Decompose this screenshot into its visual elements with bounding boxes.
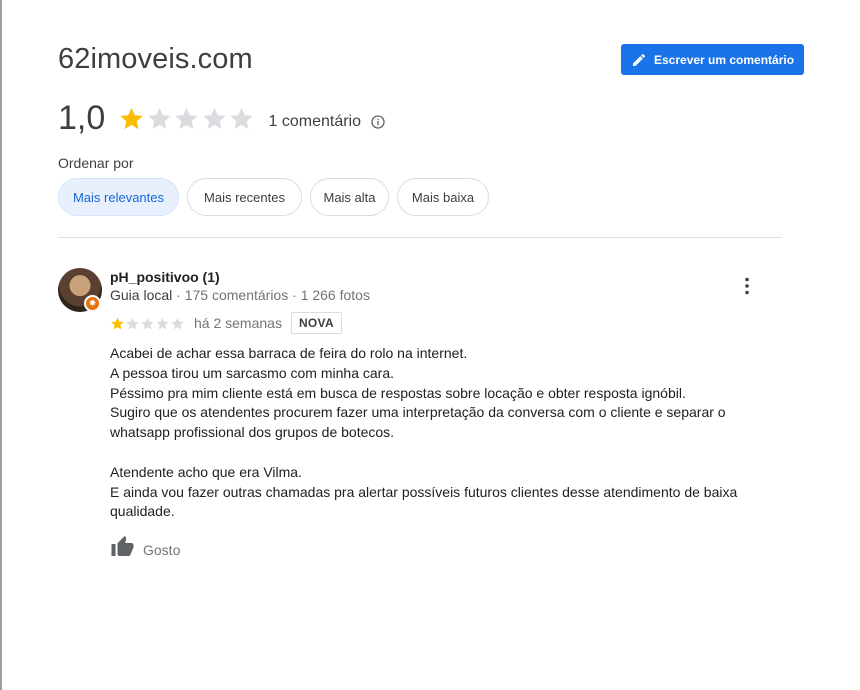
review-count: 1 comentário bbox=[268, 113, 362, 130]
star-icon bbox=[156, 317, 169, 329]
rating-summary: 1,0 1 comentário bbox=[58, 96, 386, 140]
star-icon bbox=[126, 317, 139, 329]
sort-chip-recent[interactable]: Mais recentes bbox=[187, 178, 302, 216]
review-line: Sugiro que os atendentes procurem fazer … bbox=[110, 404, 726, 441]
info-icon[interactable] bbox=[370, 114, 386, 130]
star-icon bbox=[202, 107, 226, 129]
local-guide-badge-icon: ✸ bbox=[84, 295, 101, 312]
reviewer-review-count: 175 comentários bbox=[184, 287, 289, 303]
sort-chip-lowest[interactable]: Mais baixa bbox=[397, 178, 489, 216]
review-line: E ainda vou fazer outras chamadas pra al… bbox=[110, 483, 738, 520]
like-button[interactable]: Gosto bbox=[110, 535, 180, 564]
write-review-button[interactable]: Escrever um comentário bbox=[621, 44, 804, 75]
review-line bbox=[110, 443, 760, 463]
place-title: 62imoveis.com bbox=[58, 43, 253, 75]
review-line: A pessoa tirou um sarcasmo com minha car… bbox=[110, 364, 395, 381]
rating-value: 1,0 bbox=[58, 98, 106, 137]
star-icon bbox=[147, 107, 171, 129]
divider bbox=[58, 237, 782, 238]
thumb-up-icon bbox=[110, 535, 135, 564]
reviewer-name[interactable]: pH_positivoo (1) bbox=[110, 269, 220, 285]
sort-chips: Mais relevantes Mais recentes Mais alta … bbox=[58, 178, 497, 216]
like-label: Gosto bbox=[143, 541, 181, 558]
write-review-label: Escrever um comentário bbox=[654, 52, 795, 67]
local-guide-label: Guia local bbox=[110, 287, 173, 303]
sort-label: Ordenar por bbox=[58, 155, 134, 171]
star-icon bbox=[141, 317, 154, 329]
review-line: Acabei de achar essa barraca de feira do… bbox=[110, 345, 468, 361]
new-badge: NOVA bbox=[290, 312, 342, 334]
review-line: Péssimo pra mim cliente está em busca de… bbox=[110, 384, 686, 401]
reviewer-meta: Guia local · 175 comentários · 1 266 fot… bbox=[110, 287, 370, 303]
review-rating-row: há 2 semanas NOVA bbox=[110, 312, 342, 334]
meta-separator: · bbox=[292, 287, 297, 303]
star-icon bbox=[171, 317, 184, 329]
star-icon bbox=[175, 107, 198, 129]
chip-label: Mais alta bbox=[323, 189, 376, 205]
more-vert-icon[interactable] bbox=[737, 276, 757, 296]
reviews-panel: 62imoveis.com Escrever um comentário 1,0… bbox=[0, 0, 860, 690]
reviewer-photo-count: 1 266 fotos bbox=[300, 287, 370, 303]
sort-chip-relevant[interactable]: Mais relevantes bbox=[58, 178, 179, 216]
star-icon bbox=[120, 107, 143, 129]
star-icon bbox=[111, 317, 124, 329]
review-text: Acabei de achar essa barraca de feira do… bbox=[110, 344, 760, 522]
star-icon bbox=[230, 107, 253, 129]
chip-label: Mais recentes bbox=[204, 189, 285, 205]
review-stars bbox=[110, 316, 185, 331]
sort-chip-highest[interactable]: Mais alta bbox=[310, 178, 389, 216]
meta-separator: · bbox=[176, 287, 181, 303]
review-line: Atendente acho que era Vilma. bbox=[110, 463, 302, 480]
rating-stars bbox=[118, 105, 256, 132]
review-date: há 2 semanas bbox=[194, 315, 282, 331]
pencil-icon bbox=[631, 52, 647, 68]
chip-label: Mais baixa bbox=[411, 189, 475, 205]
chip-label: Mais relevantes bbox=[72, 189, 165, 205]
